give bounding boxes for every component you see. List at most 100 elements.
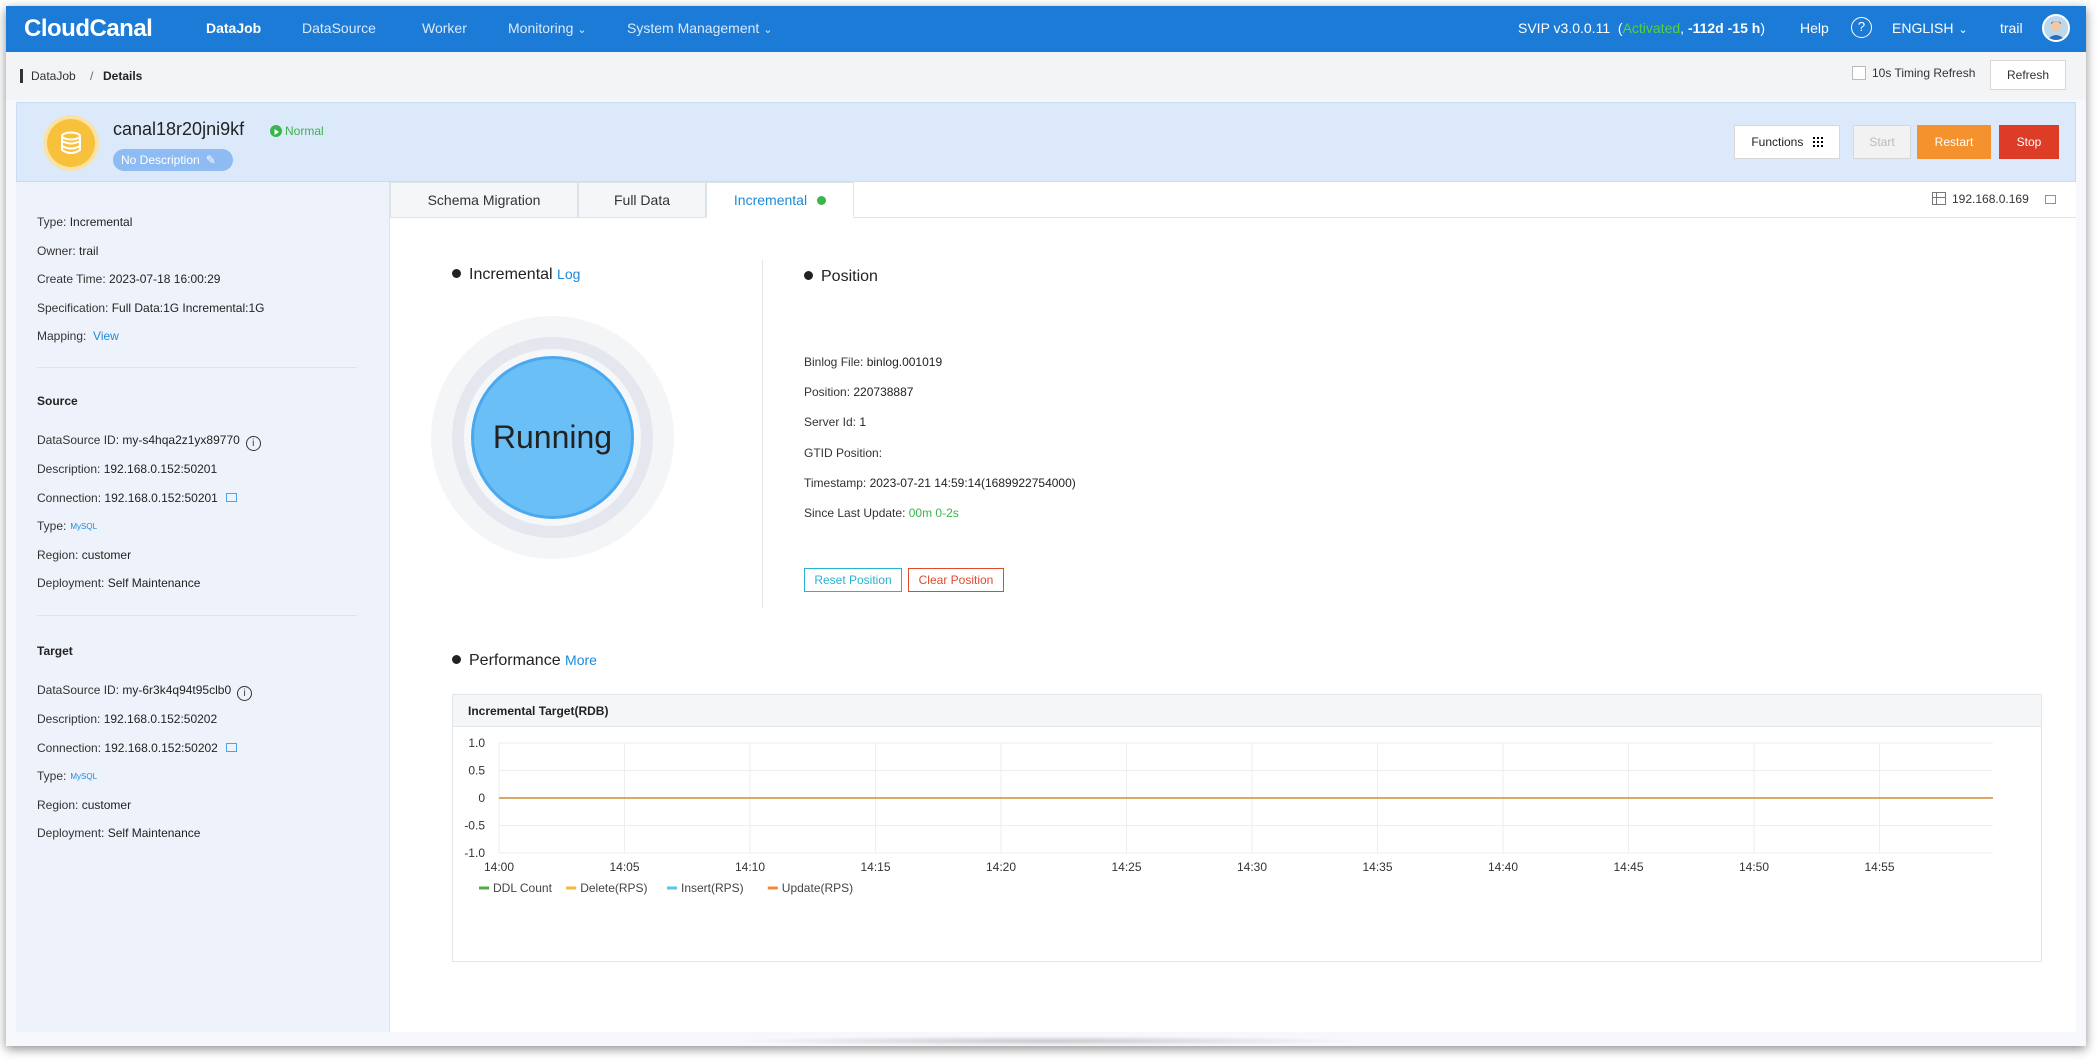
binlog-value: binlog.001019 bbox=[866, 355, 943, 369]
info-spec-value: Full Data:1G Incremental:1G bbox=[111, 301, 265, 315]
top-navigation-bar: CloudCanal DataJob DataSource Worker Mon… bbox=[6, 6, 2086, 52]
mapping-view-link[interactable]: View bbox=[93, 329, 119, 343]
target-type-label: Type: bbox=[37, 769, 67, 783]
legend-label: Insert(RPS) bbox=[681, 881, 744, 895]
performance-line-chart: 1.0 0.5 0 -0.5 -1.014:00 14:05 14:10 14:15 14:20… bbox=[464, 736, 1993, 895]
target-deploy-label: Deployment: bbox=[37, 826, 105, 840]
nav-datasource[interactable]: DataSource bbox=[302, 20, 376, 36]
performance-title: Performance More bbox=[452, 652, 597, 670]
info-specification: Specification: Full Data:1G Incremental:… bbox=[37, 301, 264, 315]
info-create-label: Create Time: bbox=[37, 272, 106, 286]
info-icon[interactable]: i bbox=[237, 686, 253, 701]
breadcrumb-datajob[interactable]: DataJob bbox=[31, 69, 76, 83]
timestamp: Timestamp: 2023-07-21 14:59:14(168992275… bbox=[804, 476, 1076, 490]
window-shadow bbox=[726, 1036, 1366, 1046]
timing-refresh-label[interactable]: 10s Timing Refresh bbox=[1872, 66, 1975, 80]
nav-monitoring[interactable]: Monitoring ⌄ bbox=[508, 20, 587, 36]
x-tick-label: 14:00 bbox=[484, 860, 514, 874]
target-region-label: Region: bbox=[37, 798, 79, 812]
edit-icon[interactable]: ✎ bbox=[206, 153, 216, 167]
help-link[interactable]: Help bbox=[1800, 20, 1829, 36]
activated-status: Activated bbox=[1622, 20, 1681, 36]
source-connection: Connection: 192.168.0.152:50201 bbox=[37, 491, 237, 505]
info-owner: Owner: trail bbox=[37, 244, 98, 258]
nav-worker[interactable]: Worker bbox=[422, 20, 467, 36]
y-tick-label: -1.0 bbox=[464, 846, 485, 860]
question-icon[interactable]: ? bbox=[1851, 17, 1872, 38]
source-id: DataSource ID: my-s4hqa2z1yx89770 i bbox=[37, 433, 261, 451]
server-id-label: Server Id: bbox=[804, 415, 857, 429]
source-desc-label: Description: bbox=[37, 462, 101, 476]
refresh-button[interactable]: Refresh bbox=[1990, 60, 2066, 90]
x-tick-label: 14:15 bbox=[860, 860, 890, 874]
chevron-down-icon: ⌄ bbox=[1958, 24, 1968, 36]
clear-position-button[interactable]: Clear Position bbox=[908, 568, 1004, 592]
tab-full-data[interactable]: Full Data bbox=[578, 182, 706, 218]
language-selector[interactable]: ENGLISH ⌄ bbox=[1892, 20, 1968, 36]
user-name[interactable]: trail bbox=[2000, 20, 2023, 36]
info-type: Type: Incremental bbox=[37, 215, 132, 229]
source-region: Region: customer bbox=[37, 548, 131, 562]
target-conn-label: Connection: bbox=[37, 741, 102, 755]
tab-incremental[interactable]: Incremental bbox=[706, 182, 854, 218]
more-link[interactable]: More bbox=[565, 652, 597, 668]
running-status-circle: Running bbox=[471, 356, 634, 519]
target-type: Type: MySQL bbox=[37, 769, 97, 783]
source-description: Description: 192.168.0.152:50201 bbox=[37, 462, 217, 476]
target-deploy-value: Self Maintenance bbox=[107, 826, 201, 840]
nav-datajob[interactable]: DataJob bbox=[206, 20, 261, 36]
timing-refresh-checkbox[interactable] bbox=[1852, 66, 1866, 80]
binlog-file: Binlog File: binlog.001019 bbox=[804, 355, 942, 369]
legend-label: Update(RPS) bbox=[782, 881, 853, 895]
x-tick-label: 14:35 bbox=[1362, 860, 1392, 874]
info-type-label: Type: bbox=[37, 215, 67, 229]
divider bbox=[37, 367, 357, 368]
position-value-row: Position: 220738887 bbox=[804, 385, 913, 399]
copy-icon[interactable] bbox=[225, 743, 237, 752]
target-conn-value: 192.168.0.152:50202 bbox=[104, 741, 218, 755]
functions-button[interactable]: Functions bbox=[1734, 125, 1840, 159]
position-label: Position: bbox=[804, 385, 851, 399]
server-id-value: 1 bbox=[859, 415, 867, 429]
reset-position-button[interactable]: Reset Position bbox=[804, 568, 902, 592]
nav-system-management-label: System Management bbox=[627, 20, 760, 36]
timestamp-label: Timestamp: bbox=[804, 476, 867, 490]
copy-icon[interactable] bbox=[2045, 195, 2056, 204]
source-region-label: Region: bbox=[37, 548, 79, 562]
log-link[interactable]: Log bbox=[557, 266, 580, 282]
description-text: No Description bbox=[121, 153, 200, 167]
tab-schema-migration[interactable]: Schema Migration bbox=[390, 182, 578, 218]
source-region-value: customer bbox=[81, 548, 132, 562]
bullet-icon bbox=[452, 269, 461, 278]
start-button[interactable]: Start bbox=[1853, 125, 1911, 159]
info-mapping: Mapping: View bbox=[37, 329, 119, 343]
avatar[interactable] bbox=[2042, 14, 2070, 42]
chevron-down-icon: ⌄ bbox=[577, 24, 587, 36]
description-badge[interactable]: No Description ✎ bbox=[113, 149, 233, 171]
stop-button[interactable]: Stop bbox=[1999, 125, 2059, 159]
breadcrumb-current: Details bbox=[103, 69, 143, 83]
job-status: Normal bbox=[285, 124, 324, 138]
chart-header: Incremental Target(RDB) bbox=[453, 695, 2041, 727]
server-table-icon bbox=[1932, 192, 1946, 205]
y-tick-label: 0.5 bbox=[468, 764, 485, 778]
worker-ip: 192.168.0.169 bbox=[1952, 192, 2029, 206]
user-avatar-icon bbox=[2044, 16, 2068, 40]
info-spec-label: Specification: bbox=[37, 301, 109, 315]
restart-button[interactable]: Restart bbox=[1917, 125, 1991, 159]
divider bbox=[37, 615, 357, 616]
target-connection: Connection: 192.168.0.152:50202 bbox=[37, 741, 237, 755]
source-conn-value: 192.168.0.152:50201 bbox=[104, 491, 218, 505]
chevron-down-icon: ⌄ bbox=[763, 24, 773, 36]
nav-system-management[interactable]: System Management ⌄ bbox=[627, 20, 773, 36]
copy-icon[interactable] bbox=[225, 493, 237, 502]
remaining-time: -112d -15 h bbox=[1687, 20, 1761, 36]
source-type: Type: MySQL bbox=[37, 519, 97, 533]
source-deploy-value: Self Maintenance bbox=[107, 576, 201, 590]
source-deployment: Deployment: Self Maintenance bbox=[37, 576, 200, 590]
x-tick-label: 14:40 bbox=[1488, 860, 1518, 874]
timestamp-value: 2023-07-21 14:59:14(1689922754000) bbox=[869, 476, 1076, 490]
cloudcanal-logo[interactable]: CloudCanal bbox=[24, 15, 153, 43]
info-icon[interactable]: i bbox=[245, 436, 261, 451]
y-tick-label: 1.0 bbox=[468, 736, 485, 750]
